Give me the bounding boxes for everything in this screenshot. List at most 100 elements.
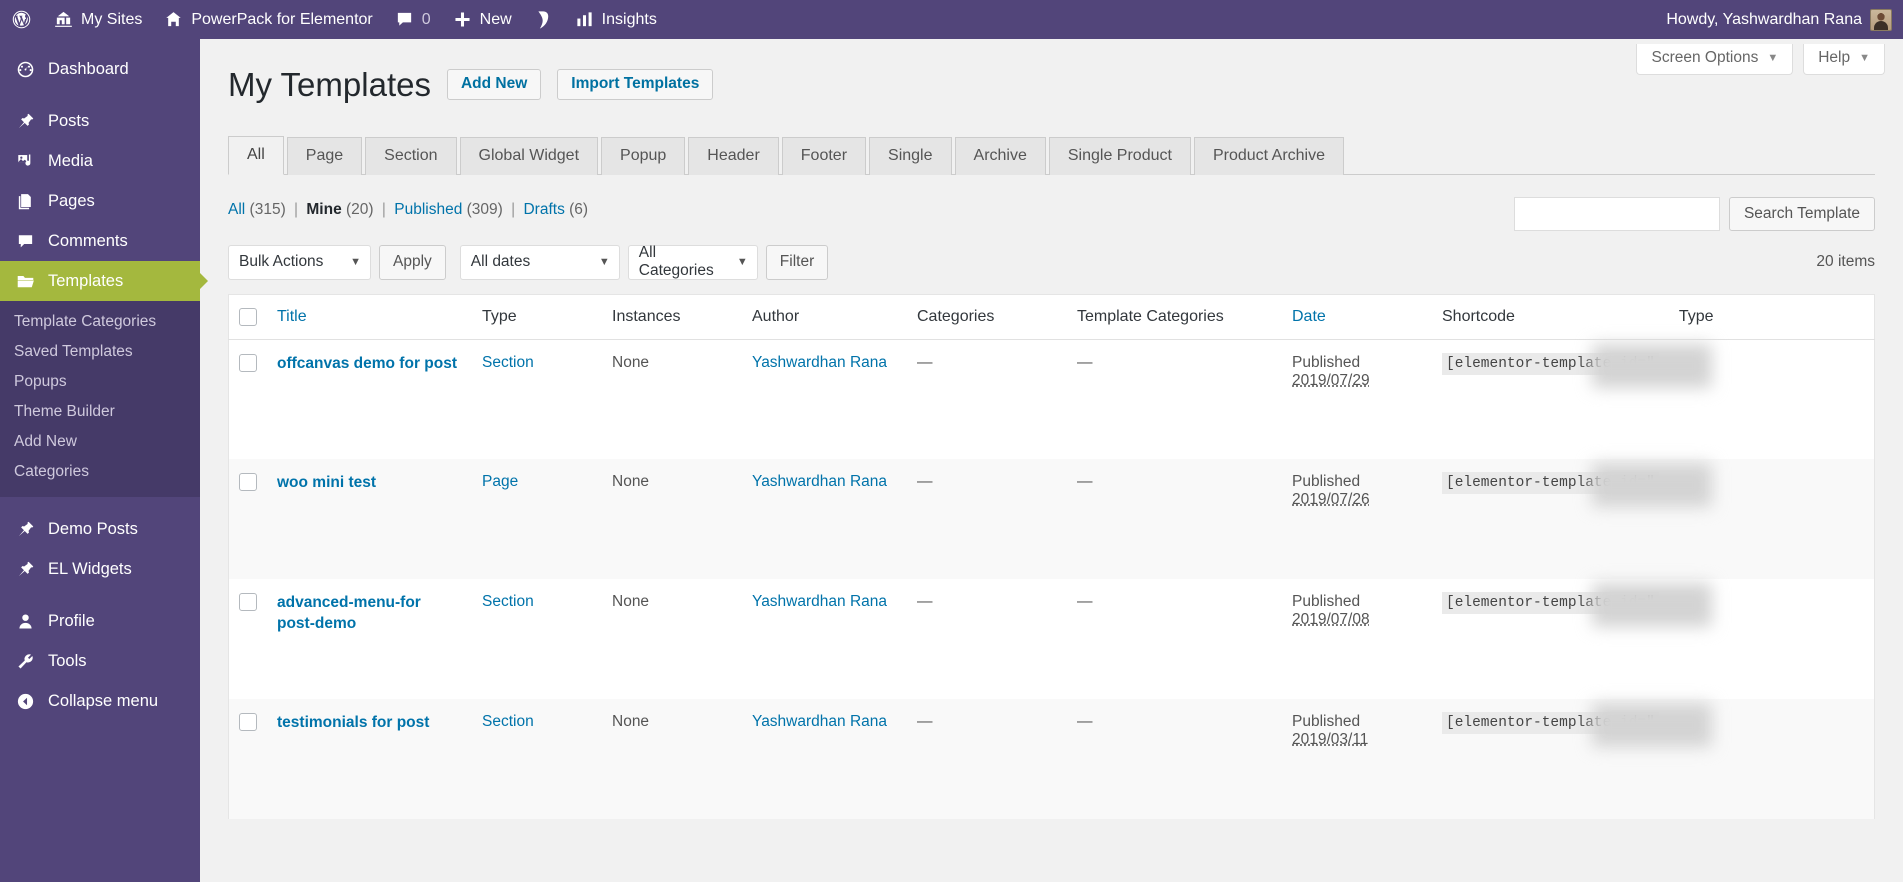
row-shortcode-cell: [elementor-template id=" [1432,579,1712,699]
row-checkbox[interactable] [239,473,257,492]
row-title-link[interactable]: woo mini test [277,474,376,491]
row-author-link[interactable]: Yashwardhan Rana [752,713,887,730]
sidebar-subitem-categories[interactable]: Categories [0,457,200,487]
adminbar-my-sites[interactable]: My Sites [43,0,153,39]
screen-options-button[interactable]: Screen Options ▼ [1636,44,1794,75]
status-link-published[interactable]: Published [394,201,462,218]
adminbar-site-name[interactable]: PowerPack for Elementor [153,0,383,39]
adminbar-new-content[interactable]: New [442,0,523,39]
import-templates-button[interactable]: Import Templates [557,69,714,101]
adminbar-wordpress-logo[interactable] [0,0,43,39]
select-all-header[interactable] [228,294,267,340]
row-type-link[interactable]: Page [482,473,518,490]
table-header-row: Title Type Instances Author Categories T… [228,294,1875,340]
add-new-button[interactable]: Add New [446,69,542,101]
main-content: Screen Options ▼ Help ▼ My Templates Add… [200,39,1903,882]
tab-archive[interactable]: Archive [954,136,1046,175]
tab-popup[interactable]: Popup [601,136,686,175]
sidebar-subitem-add-new[interactable]: Add New [0,427,200,457]
category-filter-select[interactable]: All Categories ▼ [627,244,758,280]
sidebar-item-profile[interactable]: Profile [0,601,200,641]
row-checkbox[interactable] [239,353,257,372]
media-icon [14,152,36,171]
tab-all[interactable]: All [228,135,284,175]
status-link-mine[interactable]: Mine [306,201,341,218]
sidebar-item-media[interactable]: Media [0,141,200,181]
tab-header[interactable]: Header [688,136,779,175]
pages-icon [14,192,36,211]
user-icon [14,612,36,631]
filter-button[interactable]: Filter [765,244,829,280]
sidebar-subitem-theme-builder[interactable]: Theme Builder [0,397,200,427]
row-checkbox-cell[interactable] [229,339,268,459]
row-title-link[interactable]: advanced-menu-for post-demo [277,594,421,632]
adminbar-my-sites-label: My Sites [81,10,143,28]
row-checkbox-cell[interactable] [229,699,268,819]
sidebar-item-tools[interactable]: Tools [0,641,200,681]
bulk-actions-select[interactable]: Bulk Actions ▼ [228,244,371,280]
row-author-link[interactable]: Yashwardhan Rana [752,473,887,490]
date-filter-value: All dates [470,253,531,271]
status-link-drafts[interactable]: Drafts [523,201,564,218]
help-label: Help [1818,49,1851,66]
search-input[interactable] [1513,196,1720,231]
row-title-cell: offcanvas demo for post [267,339,472,459]
column-header-title[interactable]: Title [267,294,472,340]
tab-footer[interactable]: Footer [781,136,867,175]
sidebar-item-dashboard[interactable]: Dashboard [0,49,200,89]
row-author-link[interactable]: Yashwardhan Rana [752,593,887,610]
row-template-categories-cell: — [1077,713,1093,731]
tab-single[interactable]: Single [869,136,952,175]
sidebar-subitem-template-categories[interactable]: Template Categories [0,307,200,337]
row-date-cell: Published 2019/03/11 [1282,699,1432,819]
sidebar-item-comments[interactable]: Comments [0,221,200,261]
column-header-type: Type [472,294,602,340]
sidebar-subitem-saved-templates[interactable]: Saved Templates [0,337,200,367]
column-header-title-link[interactable]: Title [277,308,307,325]
sidebar-group-primary: Dashboard Posts Media Pages Comments Tem… [0,39,200,301]
tab-product-archive[interactable]: Product Archive [1193,136,1344,175]
help-button[interactable]: Help ▼ [1803,44,1885,75]
row-template-categories-cell: — [1077,593,1093,611]
sidebar-item-collapse-menu[interactable]: Collapse menu [0,681,200,721]
filter-row: All (315) | Mine (20) | Published (309) … [228,196,1875,231]
collapse-icon [14,692,36,711]
row-title-link[interactable]: testimonials for post [277,714,429,731]
sidebar-subitem-popups[interactable]: Popups [0,367,200,397]
row-type-link[interactable]: Section [482,593,534,610]
apply-button[interactable]: Apply [379,244,446,280]
row-type-link[interactable]: Section [482,354,534,371]
row-categories-cell: — [917,713,933,731]
row-checkbox[interactable] [239,593,257,612]
sidebar-item-label: Media [48,151,93,170]
tab-section[interactable]: Section [365,136,457,175]
column-header-date[interactable]: Date [1282,294,1432,340]
tab-single-product[interactable]: Single Product [1048,136,1191,175]
sidebar-gap-2 [0,589,200,601]
row-checkbox-cell[interactable] [229,459,268,579]
select-all-checkbox[interactable] [239,307,257,326]
sidebar-item-el-widgets[interactable]: EL Widgets [0,549,200,589]
adminbar-insights[interactable]: Insights [564,0,668,39]
date-filter-select[interactable]: All dates ▼ [459,244,620,280]
adminbar-my-account[interactable]: Howdy, Yashwardhan Rana [1655,0,1903,39]
status-link-all[interactable]: All [228,201,245,218]
sidebar-item-posts[interactable]: Posts [0,101,200,141]
row-type-link[interactable]: Section [482,713,534,730]
row-checkbox[interactable] [239,713,257,732]
tab-page[interactable]: Page [286,136,363,175]
sidebar-item-pages[interactable]: Pages [0,181,200,221]
row-checkbox-cell[interactable] [229,579,268,699]
adminbar-yoast-seo[interactable] [523,0,564,39]
sidebar-item-label: Templates [48,271,124,290]
sidebar-item-templates[interactable]: Templates [0,261,200,301]
tab-global-widget[interactable]: Global Widget [459,136,599,175]
sidebar-item-demo-posts[interactable]: Demo Posts [0,509,200,549]
row-title-link[interactable]: offcanvas demo for post [277,355,457,372]
pin-icon [14,112,36,131]
row-author-link[interactable]: Yashwardhan Rana [752,354,887,371]
search-template-button[interactable]: Search Template [1728,196,1875,231]
row-instances-cell: None [612,353,650,371]
adminbar-comments[interactable]: 0 [384,0,442,39]
column-header-date-link[interactable]: Date [1292,308,1326,325]
